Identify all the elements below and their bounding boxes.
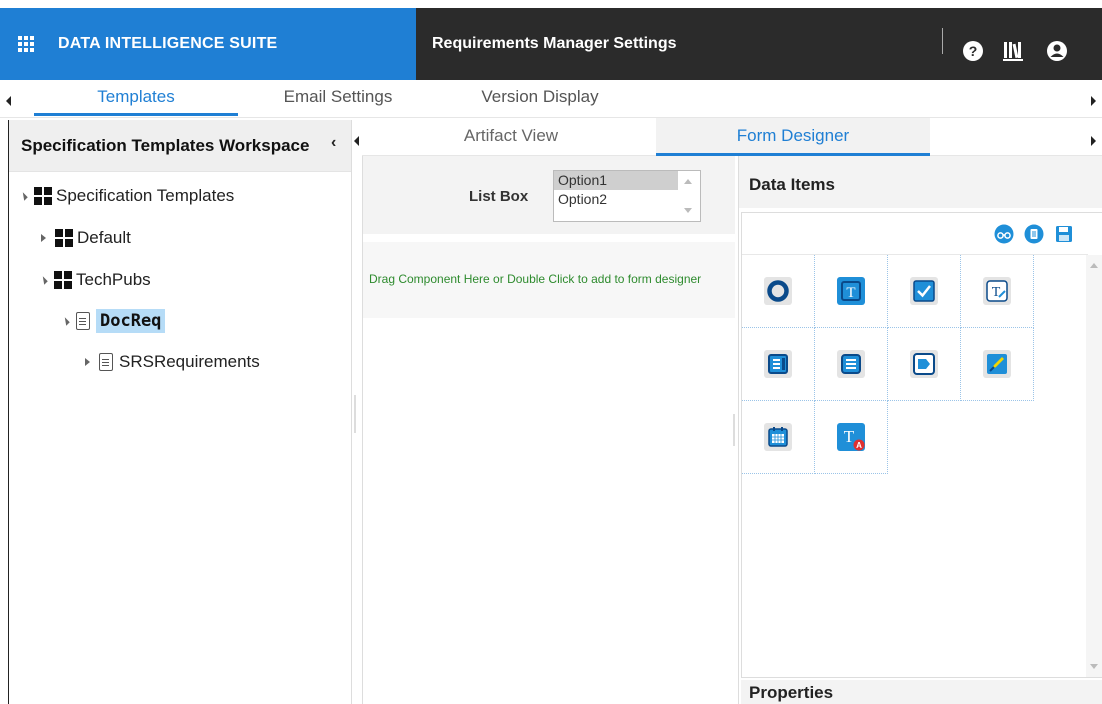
drop-zone[interactable]: Drag Component Here or Double Click to a…: [363, 242, 735, 318]
component-tag[interactable]: [888, 328, 961, 401]
tree-node-specification-templates[interactable]: Specification Templates: [19, 186, 235, 206]
tab-form-designer[interactable]: Form Designer: [656, 118, 930, 156]
component-checkbox[interactable]: [888, 255, 961, 328]
svg-text:T: T: [844, 427, 855, 446]
tab-email-settings[interactable]: Email Settings: [238, 86, 438, 116]
list-icon: [837, 350, 865, 378]
data-items-title: Data Items: [749, 175, 835, 194]
svg-text:T: T: [992, 285, 1001, 300]
properties-title: Properties: [749, 683, 834, 702]
help-icon[interactable]: ?: [962, 40, 984, 62]
template-folder-icon: [34, 187, 52, 205]
scroll-up-arrow-icon[interactable]: [684, 179, 692, 184]
template-folder-icon: [55, 229, 73, 247]
panel-splitter-handle[interactable]: [354, 395, 356, 433]
collapsed-arrow-icon[interactable]: [85, 358, 90, 366]
app-title-bar: Requirements Manager Settings ?: [416, 8, 1102, 80]
document-icon[interactable]: [1024, 224, 1044, 244]
tab-templates[interactable]: Templates: [34, 86, 238, 116]
component-list[interactable]: [815, 328, 888, 401]
component-text-font[interactable]: TA: [815, 401, 888, 474]
designer-splitter-handle[interactable]: [733, 414, 735, 446]
main-tab-bar: Templates Email Settings Version Display: [0, 80, 1102, 118]
data-items-header: Data Items: [739, 156, 1102, 208]
save-icon[interactable]: [1054, 224, 1074, 244]
component-list-box[interactable]: [742, 328, 815, 401]
workspace-title: Specification Templates Workspace: [21, 135, 310, 155]
document-icon: [76, 312, 90, 330]
list-box[interactable]: Option1 Option2: [553, 170, 701, 222]
text-font-icon: TA: [837, 423, 865, 451]
brand-name: DATA INTELLIGENCE SUITE: [58, 35, 278, 52]
brand-bar: DATA INTELLIGENCE SUITE: [0, 8, 416, 80]
collapse-panel-icon[interactable]: ‹: [331, 134, 336, 152]
drop-zone-hint: Drag Component Here or Double Click to a…: [369, 272, 702, 286]
data-items-panel: Data Items T T T A Properties: [738, 156, 1102, 704]
component-date-picker[interactable]: [742, 401, 815, 474]
component-color-picker[interactable]: [961, 328, 1034, 401]
tab-scroll-left-icon[interactable]: [354, 136, 359, 146]
document-icon: [99, 353, 113, 371]
page-title: Requirements Manager Settings: [432, 35, 677, 52]
templates-workspace-panel: Specification Templates Workspace ‹ Spec…: [8, 120, 352, 704]
data-items-scrollbar[interactable]: [1086, 255, 1102, 677]
checkbox-icon: [910, 277, 938, 305]
designer-tab-bar: Artifact View Form Designer: [354, 118, 1102, 156]
app-header: DATA INTELLIGENCE SUITE Requirements Man…: [0, 0, 1102, 80]
tree-node-srsrequirements[interactable]: SRSRequirements: [85, 352, 260, 372]
scroll-down-arrow-icon[interactable]: [684, 208, 692, 213]
list-box-option-2[interactable]: Option2: [554, 190, 678, 209]
expanded-arrow-icon[interactable]: [19, 191, 28, 201]
tree-node-label: SRSRequirements: [119, 352, 260, 371]
tree-node-label: Default: [77, 228, 131, 247]
list-box-option-1[interactable]: Option1: [554, 171, 678, 190]
color-picker-icon: [983, 350, 1011, 378]
component-radio-button[interactable]: [742, 255, 815, 328]
radio-button-icon: [764, 277, 792, 305]
text-area-icon: T: [983, 277, 1011, 305]
expanded-arrow-icon[interactable]: [61, 316, 70, 326]
tree-node-label: Specification Templates: [56, 186, 235, 205]
tab-artifact-view[interactable]: Artifact View: [366, 118, 656, 156]
tab-scroll-left-icon[interactable]: [6, 96, 11, 106]
apps-grid-icon[interactable]: [18, 36, 34, 52]
tree-node-techpubs[interactable]: TechPubs: [39, 270, 151, 290]
properties-header: Properties: [741, 680, 1102, 704]
workspace-header: Specification Templates Workspace ‹: [9, 120, 351, 172]
date-picker-icon: [764, 423, 792, 451]
list-box-icon: [764, 350, 792, 378]
tree-node-label-selected: DocReq: [96, 309, 166, 333]
scroll-up-arrow-icon[interactable]: [1090, 263, 1098, 268]
list-box-component-row[interactable]: List Box Option1 Option2: [363, 156, 735, 234]
svg-text:A: A: [856, 441, 862, 450]
library-icon[interactable]: [1002, 40, 1024, 62]
collapsed-arrow-icon[interactable]: [41, 234, 46, 242]
svg-text:?: ?: [969, 43, 978, 59]
tree-node-docreq[interactable]: DocReq: [61, 309, 166, 333]
form-designer-canvas: List Box Option1 Option2 Drag Component …: [362, 156, 735, 704]
tag-icon: [910, 350, 938, 378]
tab-version-display[interactable]: Version Display: [440, 86, 640, 116]
tab-scroll-right-icon[interactable]: [1091, 96, 1096, 106]
svg-text:T: T: [846, 285, 855, 301]
tree-node-label: TechPubs: [76, 270, 151, 289]
view-icon[interactable]: [994, 224, 1014, 244]
header-divider: [942, 28, 943, 54]
component-text-field[interactable]: T: [815, 255, 888, 328]
scroll-down-arrow-icon[interactable]: [1090, 664, 1098, 669]
data-items-container: T T T A: [741, 212, 1102, 678]
list-box-label: List Box: [469, 188, 529, 205]
expanded-arrow-icon[interactable]: [39, 275, 48, 285]
component-text-area[interactable]: T: [961, 255, 1034, 328]
template-folder-icon: [54, 271, 72, 289]
text-field-icon: T: [837, 277, 865, 305]
tree-node-default[interactable]: Default: [41, 228, 131, 248]
tab-scroll-right-icon[interactable]: [1091, 136, 1096, 146]
data-items-toolbar: [742, 213, 1088, 255]
user-icon[interactable]: [1046, 40, 1068, 62]
